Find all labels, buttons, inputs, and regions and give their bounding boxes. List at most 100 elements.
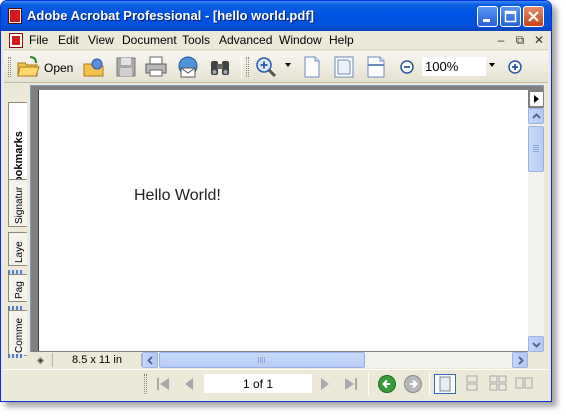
first-page-button[interactable] <box>154 376 172 392</box>
toolbar: Open 100% <box>4 51 548 83</box>
statusbar-grip[interactable] <box>144 374 147 394</box>
single-page-layout-button[interactable] <box>434 374 456 394</box>
continuous-layout-button[interactable] <box>462 374 484 394</box>
email-icon <box>178 56 198 78</box>
window-title: Adobe Acrobat Professional - [hello worl… <box>27 8 314 23</box>
previous-view-icon <box>382 379 390 389</box>
minimize-button[interactable] <box>477 6 498 27</box>
last-page-button[interactable] <box>342 376 360 392</box>
statusbar-separator <box>429 373 430 395</box>
continuous-facing-layout-icon <box>515 377 533 389</box>
next-view-button[interactable] <box>404 375 422 393</box>
actual-size-button[interactable] <box>300 55 324 79</box>
toolbar-separator <box>241 56 242 78</box>
print-button[interactable] <box>144 55 168 79</box>
facing-layout-icon <box>489 375 507 391</box>
menu-document[interactable]: Document <box>122 33 177 47</box>
organizer-icon <box>83 58 104 77</box>
acrobat-logo-icon[interactable] <box>8 8 22 24</box>
tab-grip <box>8 354 24 358</box>
maximize-icon <box>504 10 517 23</box>
open-button[interactable]: Open <box>16 55 74 79</box>
facing-layout-button[interactable] <box>488 374 510 394</box>
pan-icon[interactable]: ◈ <box>34 354 47 366</box>
show-panel-button[interactable] <box>529 91 544 107</box>
menu-advanced[interactable]: Advanced <box>219 33 272 47</box>
navigation-pane-tabs: Bookmarks Signatur Laye Pag Comme <box>6 84 28 364</box>
scroll-up-button[interactable] <box>528 108 544 124</box>
document-restore-button[interactable]: ⧉ <box>513 33 527 47</box>
continuous-layout-icon <box>466 375 478 391</box>
document-minimize-button[interactable]: – <box>494 33 508 47</box>
menu-help[interactable]: Help <box>329 33 354 47</box>
chevron-up-icon <box>532 113 541 119</box>
menu-window[interactable]: Window <box>279 33 322 47</box>
menu-file[interactable]: File <box>29 33 48 47</box>
open-folder-icon <box>17 56 40 77</box>
previous-page-button[interactable] <box>180 376 198 392</box>
tab-pages-label: Pag <box>14 281 25 299</box>
document-menu-icon[interactable] <box>9 33 23 48</box>
menu-tools[interactable]: Tools <box>182 33 210 47</box>
tab-comments[interactable]: Comme <box>8 310 27 356</box>
acrobat-window: Adobe Acrobat Professional - [hello worl… <box>0 0 552 402</box>
document-close-button[interactable]: ✕ <box>532 33 546 47</box>
minimize-icon <box>483 19 490 22</box>
statusbar-separator <box>368 373 369 395</box>
menu-view[interactable]: View <box>88 33 114 47</box>
fit-width-button[interactable] <box>364 55 388 79</box>
maximize-button[interactable] <box>500 6 521 27</box>
zoom-plus-icon <box>508 60 522 74</box>
continuous-facing-layout-button[interactable] <box>514 374 536 394</box>
vertical-scroll-thumb[interactable] <box>528 126 544 172</box>
search-button[interactable] <box>208 55 232 79</box>
scroll-right-button[interactable] <box>512 352 528 368</box>
horizontal-bar: ◈ 8.5 x 11 in <box>30 352 544 368</box>
zoom-plus-button[interactable] <box>506 55 524 79</box>
tab-signatures[interactable]: Signatur <box>8 179 27 227</box>
previous-view-button[interactable] <box>378 375 396 393</box>
page-size-readout: 8.5 x 11 in <box>52 353 142 367</box>
next-view-icon <box>410 379 418 389</box>
page-number-field[interactable]: 1 of 1 <box>204 374 312 393</box>
chevron-right-icon <box>518 356 524 365</box>
scroll-down-button[interactable] <box>528 336 544 352</box>
first-page-icon <box>157 378 169 390</box>
last-page-icon <box>345 378 357 390</box>
fit-page-button[interactable] <box>332 55 356 79</box>
save-icon <box>116 57 136 77</box>
vertical-scrollbar[interactable] <box>528 108 544 352</box>
tab-comments-label: Comme <box>14 317 25 353</box>
menu-bar: File Edit View Document Tools Advanced W… <box>4 31 548 50</box>
fit-width-icon <box>367 56 385 78</box>
page-text: Hello World! <box>134 187 221 204</box>
horizontal-scrollbar[interactable] <box>142 352 528 368</box>
horizontal-scroll-thumb[interactable] <box>159 352 365 368</box>
save-button[interactable] <box>114 55 138 79</box>
print-icon <box>145 56 167 77</box>
zoom-in-tool-icon <box>256 57 277 78</box>
next-page-button[interactable] <box>316 376 334 392</box>
previous-page-icon <box>185 378 193 390</box>
next-page-icon <box>321 378 329 390</box>
zoom-out-button[interactable] <box>398 55 416 79</box>
title-bar[interactable]: Adobe Acrobat Professional - [hello worl… <box>1 1 551 31</box>
chevron-left-icon <box>147 356 153 365</box>
email-button[interactable] <box>176 55 200 79</box>
tab-pages[interactable]: Pag <box>8 274 27 302</box>
chevron-down-icon <box>532 342 541 348</box>
zoom-level-dropdown[interactable] <box>489 63 495 67</box>
close-icon <box>528 11 539 22</box>
zoom-level-field[interactable]: 100% <box>422 57 486 76</box>
scroll-left-button[interactable] <box>142 352 158 368</box>
menu-edit[interactable]: Edit <box>58 33 79 47</box>
fit-page-icon <box>334 56 354 78</box>
zoom-tool-dropdown[interactable] <box>285 63 291 67</box>
toolbar-grip[interactable] <box>246 57 249 77</box>
toolbar-grip[interactable] <box>8 57 11 77</box>
zoom-in-tool-button[interactable] <box>254 55 278 79</box>
pdf-page[interactable]: Hello World! <box>38 90 528 351</box>
close-button[interactable] <box>523 6 544 27</box>
organizer-button[interactable] <box>82 55 106 79</box>
tab-layers[interactable]: Laye <box>8 232 27 266</box>
